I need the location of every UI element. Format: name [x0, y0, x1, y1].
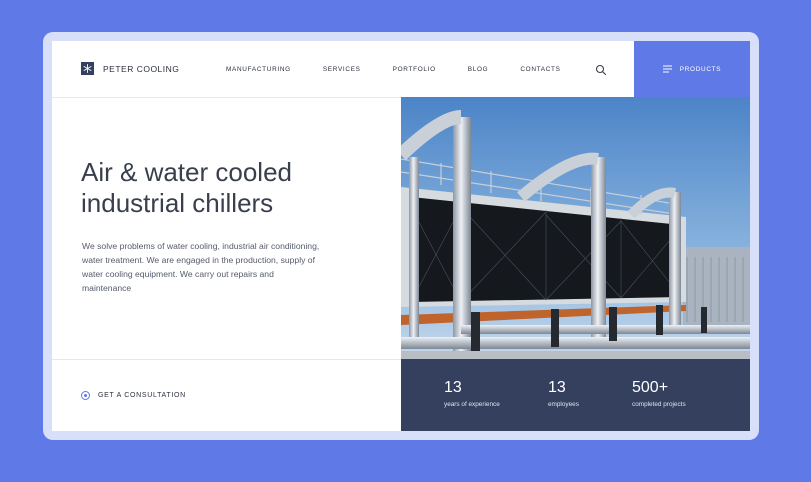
- divider: [52, 359, 401, 360]
- stat-label: employees: [548, 401, 579, 408]
- stat-label: completed projects: [632, 401, 686, 408]
- get-consultation-button[interactable]: GET A CONSULTATION: [81, 391, 186, 400]
- landing-page: PETER COOLING MANUFACTURING SERVICES POR…: [52, 41, 750, 431]
- hero-title-line2: industrial chillers: [81, 188, 274, 218]
- search-icon[interactable]: [595, 63, 607, 76]
- main-nav: MANUFACTURING SERVICES PORTFOLIO BLOG CO…: [226, 66, 593, 73]
- stat-value: 13: [444, 379, 462, 396]
- stat-projects: 500+ completed projects: [632, 379, 686, 408]
- products-button[interactable]: PRODUCTS: [634, 41, 750, 97]
- brand-name: PETER COOLING: [103, 63, 180, 74]
- stat-employees: 13 employees: [548, 379, 579, 408]
- brand-logo[interactable]: PETER COOLING: [81, 62, 179, 75]
- stat-label: years of experience: [444, 401, 500, 408]
- nav-item-portfolio[interactable]: PORTFOLIO: [393, 66, 436, 73]
- products-label: PRODUCTS: [679, 65, 722, 73]
- snowflake-icon: [81, 62, 94, 75]
- nav-item-services[interactable]: SERVICES: [323, 66, 361, 73]
- menu-lines-icon: [662, 60, 673, 78]
- hero-photo: [401, 97, 750, 359]
- site-header: PETER COOLING MANUFACTURING SERVICES POR…: [52, 41, 750, 98]
- hero-title-line1: Air & water cooled: [81, 157, 292, 187]
- nav-item-blog[interactable]: BLOG: [468, 66, 489, 73]
- cta-label: GET A CONSULTATION: [98, 392, 186, 399]
- nav-item-manufacturing[interactable]: MANUFACTURING: [226, 66, 291, 73]
- radio-dot-icon: [81, 391, 90, 400]
- stat-value: 500+: [632, 379, 669, 396]
- nav-item-contacts[interactable]: CONTACTS: [520, 66, 560, 73]
- hero-title: Air & water cooled industrial chillers: [81, 157, 381, 219]
- stats-bar: 13 years of experience 13 employees 500+…: [401, 359, 750, 431]
- hero-description: We solve problems of water cooling, indu…: [82, 241, 320, 293]
- stat-years: 13 years of experience: [444, 379, 500, 408]
- stat-value: 13: [548, 379, 566, 396]
